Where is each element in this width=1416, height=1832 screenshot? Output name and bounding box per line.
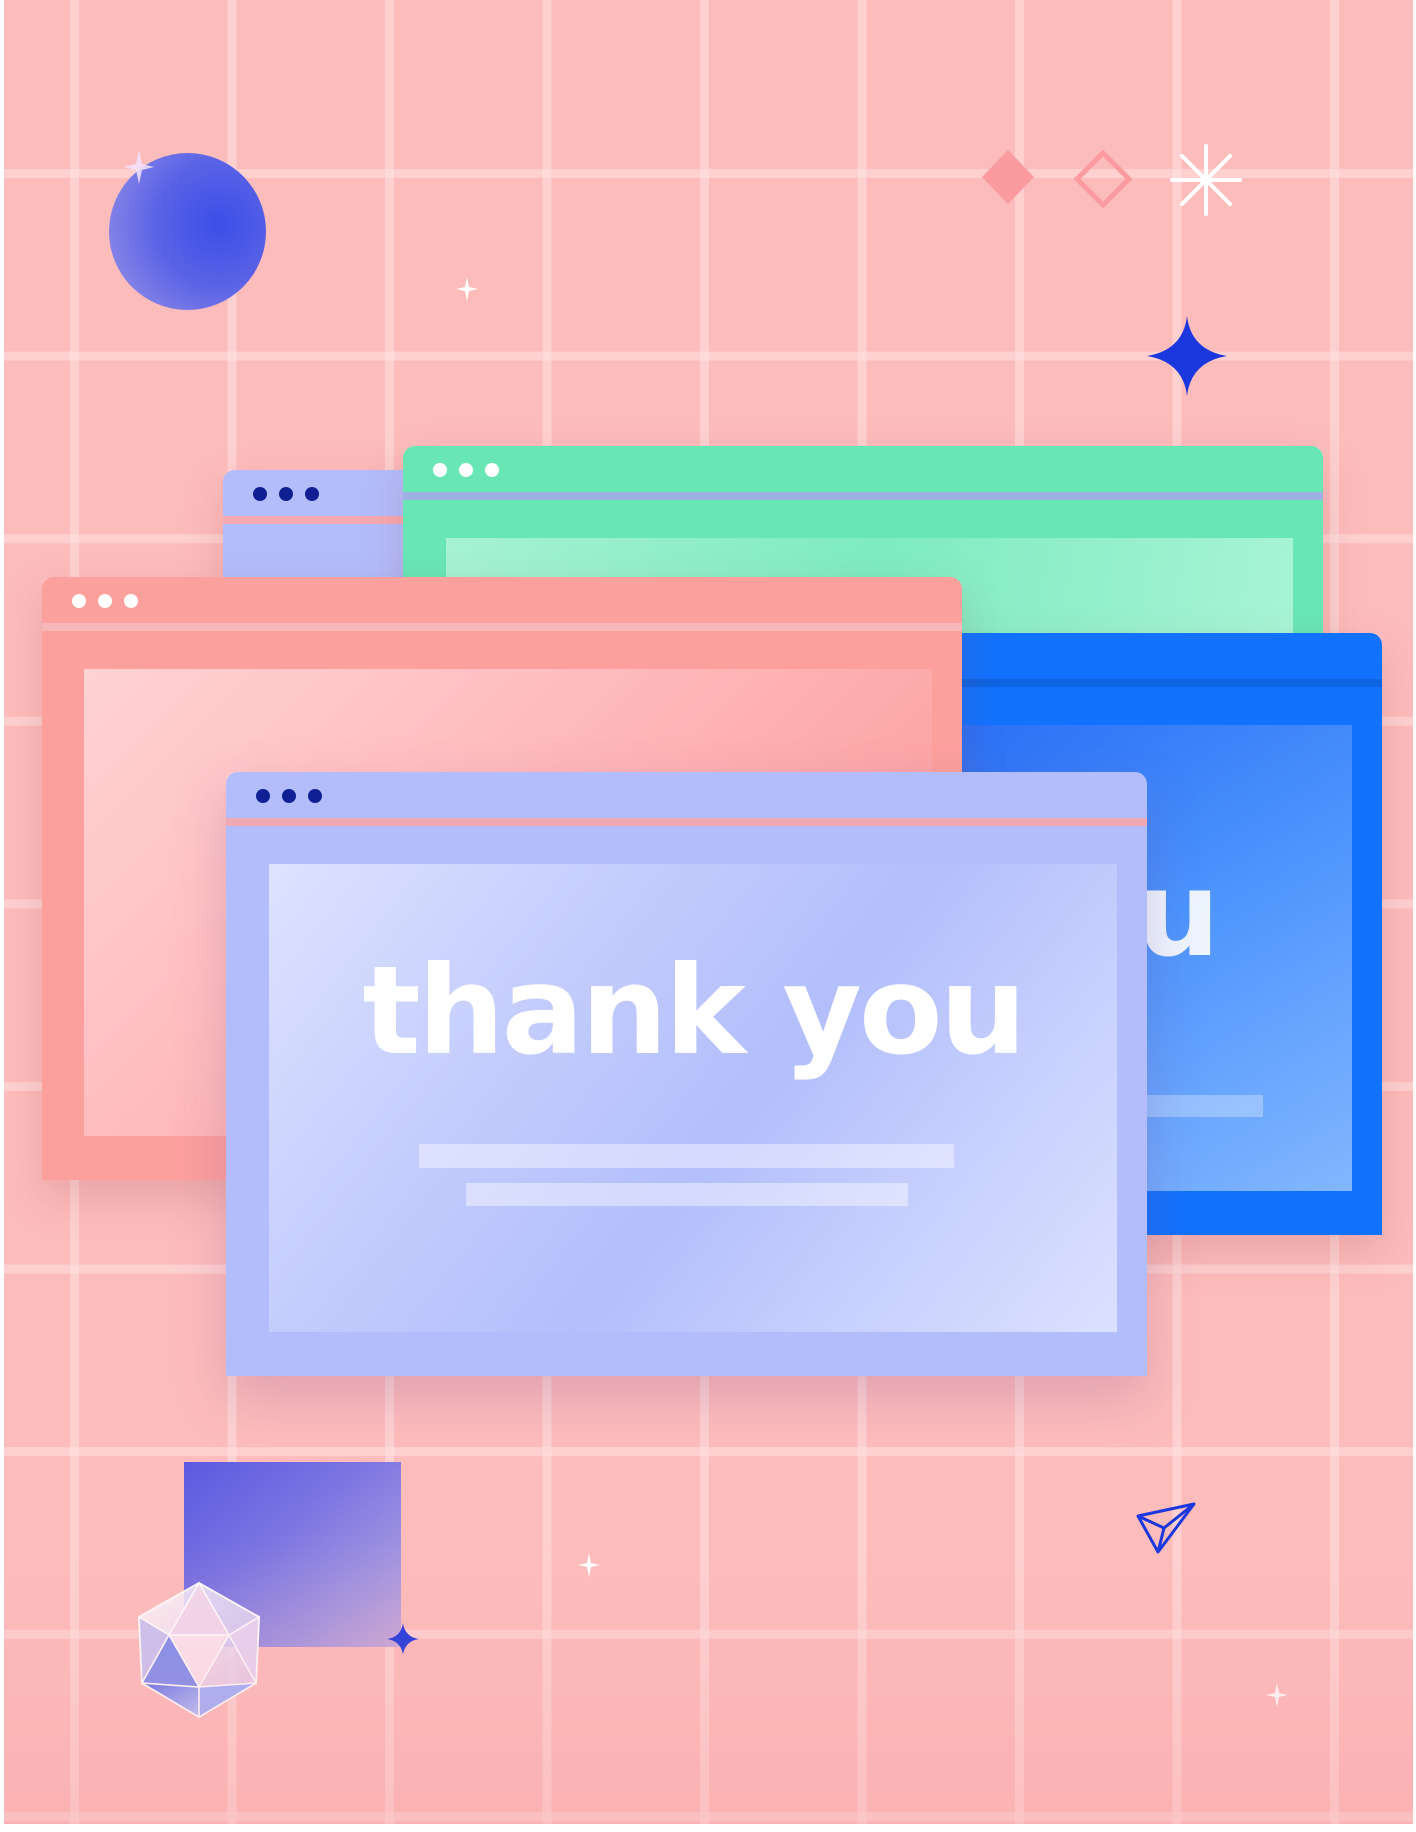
- window-divider: [904, 679, 1382, 687]
- window-title-bar: [403, 446, 1323, 492]
- window-divider: [223, 516, 423, 524]
- crystal-gem-icon: [137, 1581, 261, 1719]
- starburst-icon: [1170, 144, 1242, 216]
- window-divider: [226, 818, 1147, 826]
- sparkle-icon: [1266, 1683, 1288, 1707]
- window-controls-icon: [256, 789, 322, 803]
- window-title-bar: [42, 577, 962, 623]
- window-controls-icon: [72, 594, 138, 608]
- window-content: thank you: [269, 864, 1117, 1332]
- sparkle-icon: [456, 277, 478, 301]
- thank-you-headline: thank you: [362, 940, 1026, 1082]
- sparkle-icon: [124, 150, 154, 184]
- placeholder-line: [466, 1183, 908, 1206]
- blue-four-point-star-icon: [1147, 316, 1227, 396]
- placeholder-line: [1138, 1095, 1263, 1117]
- sparkle-icon: [578, 1553, 600, 1577]
- window-controls-icon: [253, 487, 319, 501]
- window-title-bar: [226, 772, 1147, 818]
- window-divider: [42, 623, 962, 631]
- placeholder-line: [419, 1144, 954, 1168]
- blue-four-point-star-icon: [387, 1623, 419, 1655]
- window-title-bar: [223, 470, 423, 516]
- front-browser-window: thank you: [226, 772, 1147, 1376]
- window-title-bar: [904, 633, 1382, 679]
- window-controls-icon: [433, 463, 499, 477]
- window-body: thank you: [226, 826, 1147, 1376]
- filled-diamond-icon: [982, 150, 1034, 204]
- partial-headline-text: u: [1136, 845, 1220, 983]
- outline-diamond-icon: [1073, 149, 1133, 209]
- thank-you-illustration: u thank you: [4, 0, 1413, 1824]
- window-divider: [403, 492, 1323, 500]
- paper-plane-icon: [1136, 1502, 1196, 1554]
